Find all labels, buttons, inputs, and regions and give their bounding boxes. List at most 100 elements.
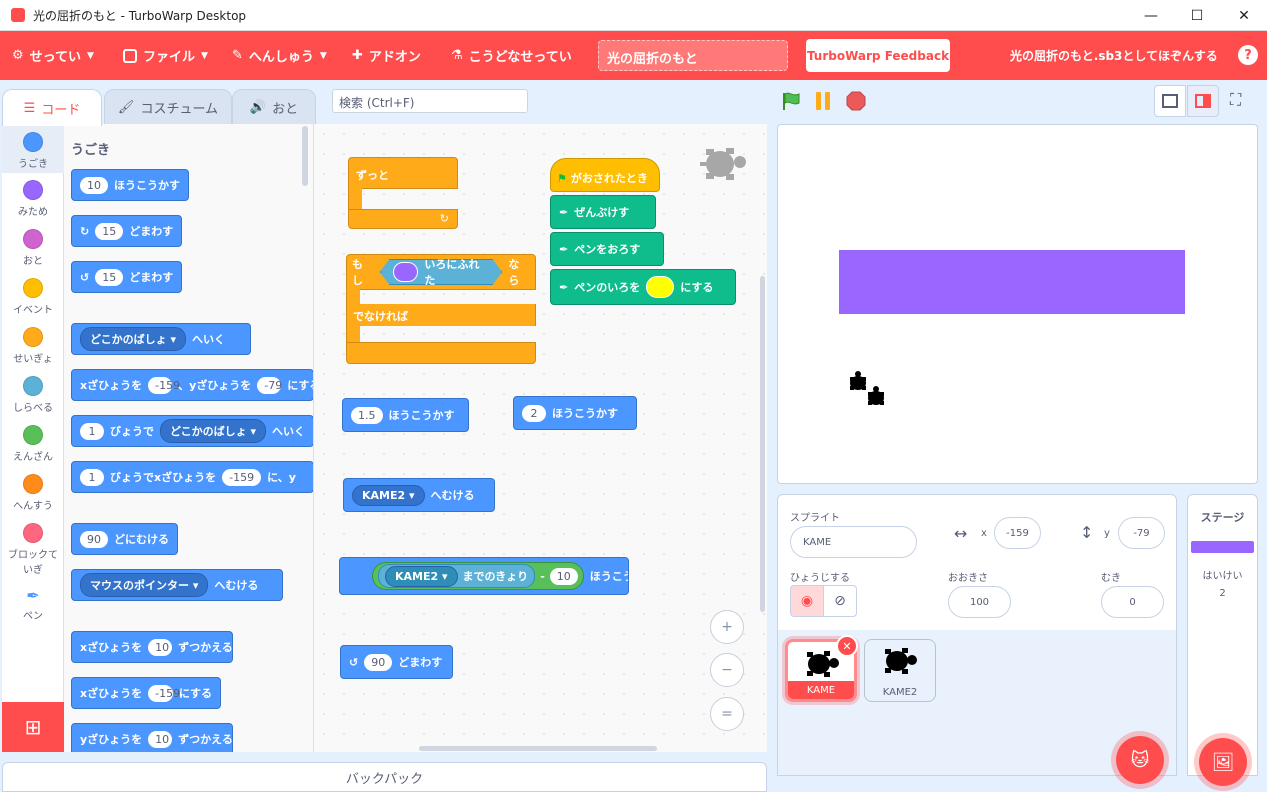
palette-point-block[interactable]: 90 どにむける [71,523,178,555]
block-input[interactable]: 10 [549,567,578,585]
set-pen-color-block[interactable]: ✒ ペンのいろを にする [550,269,736,305]
point-towards-block[interactable]: KAME2 ▾ へむける [343,478,495,512]
y-input[interactable]: -79 [1118,517,1165,549]
block-input[interactable]: 90 [364,653,393,671]
block-input[interactable]: 1 [80,468,104,486]
palette-goto-block[interactable]: どこかのばしょ ▾ へいく [71,323,251,355]
block-input[interactable]: 90 [80,530,108,548]
palette-glide-block[interactable]: 1 びょうで どこかのばしょ ▾ へいく [71,415,313,447]
zoom-in-button[interactable]: + [710,610,744,644]
palette-change-y-block[interactable]: yざひょうを 10 ずつかえる [71,723,233,752]
delete-sprite-button[interactable]: ✕ [836,635,858,657]
palette-turn-right-block[interactable]: ↻ 15 どまわす [71,215,183,247]
category-events[interactable]: イベント [2,278,64,316]
move-distance-block[interactable]: KAME2 ▾ までのきょり - 10 ほうこうかす [339,557,629,595]
block-dropdown[interactable]: KAME2 ▾ [385,565,458,587]
maximize-button[interactable]: ☐ [1174,0,1220,31]
palette-scrollbar[interactable] [302,126,308,186]
palette-turn-left-block[interactable]: ↺ 15 どまわす [71,261,183,293]
large-stage-button[interactable] [1187,85,1219,117]
block-dropdown[interactable]: マウスのポインター ▾ [80,573,209,597]
settings-menu[interactable]: ⚙ せってい ▼ [12,31,94,80]
palette-set-x-block[interactable]: xざひょうを -159 にする [71,677,221,709]
hide-sprite-button[interactable]: ⊘ [823,585,857,617]
x-input[interactable]: -159 [994,517,1041,549]
script-area[interactable]: ずっと ↻ もし いろにふれた なら でなければ ⚑ がおされたとき ✒ ぜんぶけす… [314,124,767,752]
category-my-blocks[interactable]: ブロックていぎ [2,523,64,576]
backpack[interactable]: バックパック [2,762,767,792]
block-input[interactable]: -159 [148,684,180,702]
category-sound[interactable]: おと [2,229,64,267]
green-flag-button[interactable] [781,91,801,111]
tab-costume[interactable]: 🖌 コスチューム [104,89,232,125]
color-swatch[interactable] [392,262,419,282]
project-title-input[interactable]: 光の屈折のもと [598,40,788,71]
category-variables[interactable]: へんすう [2,474,64,512]
category-sensing[interactable]: しらべる [2,376,64,414]
stop-button[interactable] [846,91,866,111]
tab-sound[interactable]: 🔊 おと [232,89,316,125]
pen-down-block[interactable]: ✒ ペンをおろす [550,232,664,266]
when-flag-clicked-block[interactable]: ⚑ がおされたとき [550,158,660,192]
help-icon[interactable]: ? [1238,45,1258,65]
block-dropdown[interactable]: どこかのばしょ ▾ [160,419,267,443]
block-input[interactable]: 1.5 [351,406,383,424]
category-control[interactable]: せいぎょ [2,327,64,365]
add-backdrop-button[interactable]: 🖼 [1199,738,1247,786]
palette-glidexy-block[interactable]: 1 びょうでxざひょうを -159 に、y [71,461,313,493]
edit-menu[interactable]: ✎ へんしゅう ▼ [232,31,327,80]
block-input[interactable]: -159 [222,468,262,486]
palette-gotoxy-block[interactable]: xざひょうを -159、yざひょうを -79 にする [71,369,313,401]
add-sprite-button[interactable]: 🐱 [1116,736,1164,784]
sprite-thumb-kame2[interactable]: KAME2 [864,639,936,702]
tab-code[interactable]: ☰ コード [2,89,102,126]
direction-input[interactable]: 0 [1101,586,1164,618]
fullscreen-icon[interactable]: ⛶ [1230,90,1241,110]
small-stage-button[interactable] [1154,85,1186,117]
stage-canvas[interactable] [777,124,1258,484]
category-motion[interactable]: うごき [2,132,64,170]
file-menu[interactable]: ファイル ▼ [123,31,208,80]
move-steps-block[interactable]: 1.5 ほうこうかす [342,398,469,432]
turn-left-block[interactable]: ↺ 90 どまわす [340,645,453,679]
zoom-out-button[interactable]: − [710,653,744,687]
move-steps-block[interactable]: 2 ほうこうかす [513,396,637,430]
advanced-menu[interactable]: ⚗ こうどなせってい [451,31,572,80]
block-input[interactable]: 15 [95,222,124,240]
palette-point-towards-block[interactable]: マウスのポインター ▾ へむける [71,569,283,601]
block-input[interactable]: 2 [522,404,546,422]
category-looks[interactable]: みため [2,180,64,218]
add-extension-button[interactable]: ⊞ [2,702,64,752]
category-pen[interactable]: ✒ ペン [2,586,64,622]
close-button[interactable]: ✕ [1221,0,1267,31]
palette-change-x-block[interactable]: xざひょうを 10 ずつかえる [71,631,233,663]
save-as-button[interactable]: 光の屈折のもと.sb3としてほぞんする [1010,31,1218,80]
block-input[interactable]: -159 [148,376,180,394]
if-else-block[interactable]: もし いろにふれた なら でなければ [346,254,536,366]
feedback-button[interactable]: TurboWarp Feedback [806,39,950,72]
minimize-button[interactable]: — [1128,0,1174,31]
block-input[interactable]: 10 [148,730,173,748]
stage-selector[interactable]: ステージ はいけい 2 🖼 [1187,494,1258,786]
pause-button[interactable] [813,91,833,111]
color-swatch[interactable] [646,276,675,298]
block-dropdown[interactable]: どこかのばしょ ▾ [80,327,187,351]
subtract-operator-block[interactable]: KAME2 ▾ までのきょり - 10 [372,562,584,590]
forever-block[interactable]: ずっと ↻ [348,157,458,229]
block-input[interactable]: 1 [80,422,104,440]
horizontal-scrollbar[interactable] [419,746,657,751]
size-input[interactable]: 100 [948,586,1011,618]
block-input[interactable]: 10 [80,176,108,194]
search-input[interactable]: 検索 (Ctrl+F) [332,89,528,113]
palette-move-block[interactable]: 10 ほうこうかす [71,169,189,201]
pen-clear-block[interactable]: ✒ ぜんぶけす [550,195,656,229]
zoom-reset-button[interactable]: = [710,697,744,731]
block-input[interactable]: 10 [148,638,173,656]
distance-to-block[interactable]: KAME2 ▾ までのきょり [378,564,536,588]
block-dropdown[interactable]: KAME2 ▾ [352,484,425,506]
vertical-scrollbar[interactable] [760,276,765,612]
category-operators[interactable]: えんざん [2,425,64,463]
addons-menu[interactable]: ✚ アドオン [352,31,421,80]
show-sprite-button[interactable]: ◉ [790,585,824,617]
touching-color-block[interactable]: いろにふれた [379,259,503,285]
